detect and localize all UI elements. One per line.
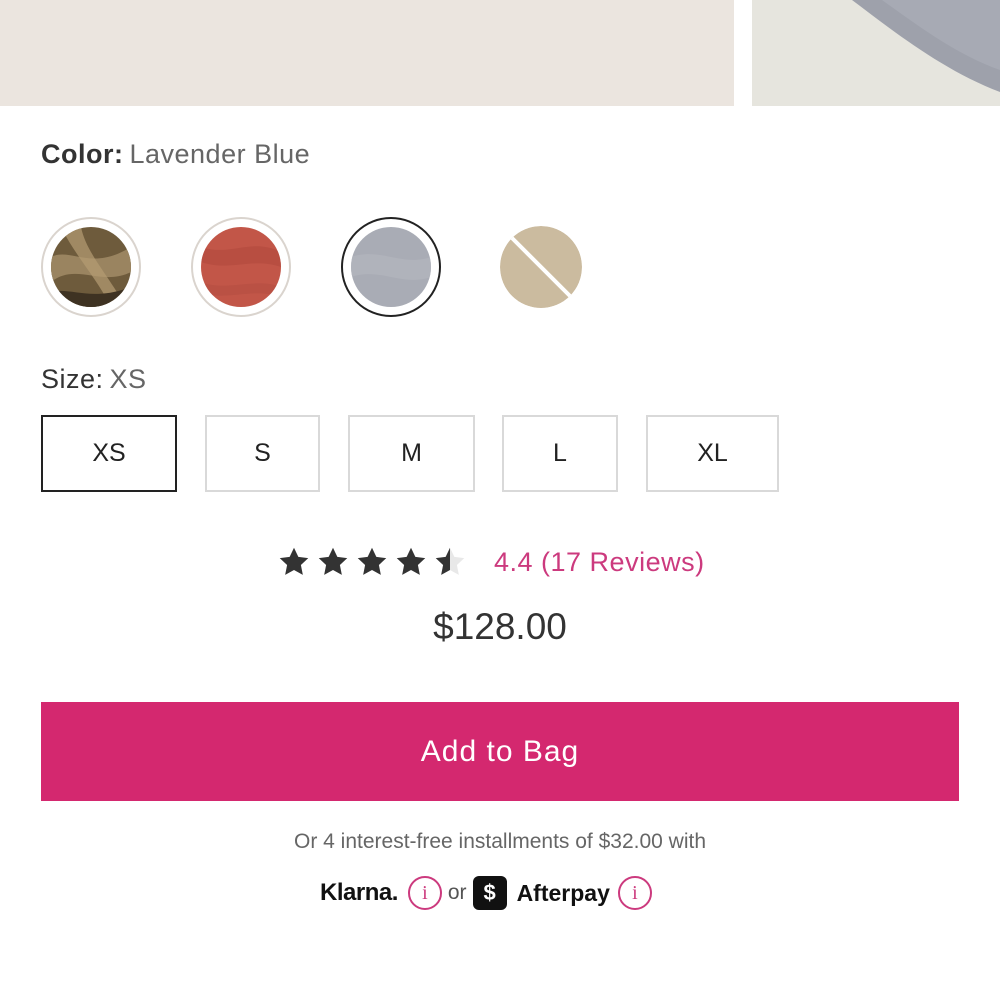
star-half-icon	[435, 547, 465, 575]
size-label: Size:	[41, 364, 104, 394]
afterpay-logo[interactable]: Afterpay	[517, 880, 610, 907]
star-icon	[318, 547, 348, 575]
star-rating	[276, 544, 468, 580]
size-option-xs[interactable]: XS	[41, 415, 177, 492]
or-text: or	[447, 881, 467, 904]
color-swatch-sand-unavailable[interactable]	[491, 217, 591, 317]
selected-size-value: XS	[109, 364, 147, 394]
afterpay-icon: $	[472, 876, 507, 910]
size-option-xl[interactable]: XL	[646, 415, 779, 492]
installments-text: Or 4 interest-free installments of $32.0…	[293, 830, 707, 853]
klarna-logo[interactable]: Klarna.	[320, 879, 398, 907]
afterpay-info-icon[interactable]: i	[617, 876, 652, 910]
size-option-l[interactable]: L	[502, 415, 618, 492]
size-option-s[interactable]: S	[205, 415, 320, 492]
product-rating: 4.4 (17 Reviews)	[276, 540, 705, 584]
swatch-fill	[51, 227, 131, 307]
payment-options: Klarna. i or $ Afterpay i	[320, 873, 652, 913]
color-selector-label: Color: Lavender Blue	[41, 139, 310, 170]
color-swatch-rust-red[interactable]	[191, 217, 291, 317]
klarna-info-icon[interactable]: i	[407, 876, 442, 910]
color-label: Color:	[41, 139, 124, 169]
add-to-bag-button[interactable]: Add to Bag	[41, 702, 959, 801]
size-option-m[interactable]: M	[348, 415, 475, 492]
selected-color-value: Lavender Blue	[129, 139, 311, 169]
star-icon	[396, 547, 426, 575]
swatch-fill	[500, 226, 582, 308]
color-swatch-lavender-blue[interactable]	[341, 217, 441, 317]
color-swatch-olive-brown[interactable]	[41, 217, 141, 317]
star-icon	[357, 547, 387, 575]
swatch-fill	[201, 227, 281, 307]
product-image-main[interactable]	[0, 0, 734, 106]
star-icon	[279, 547, 309, 575]
product-price: $128.00	[433, 606, 567, 647]
swatch-fill	[351, 227, 431, 307]
size-selector-label: Size: XS	[41, 364, 147, 395]
reviews-link[interactable]: 4.4 (17 Reviews)	[494, 547, 705, 578]
product-image-next[interactable]	[752, 0, 1000, 106]
